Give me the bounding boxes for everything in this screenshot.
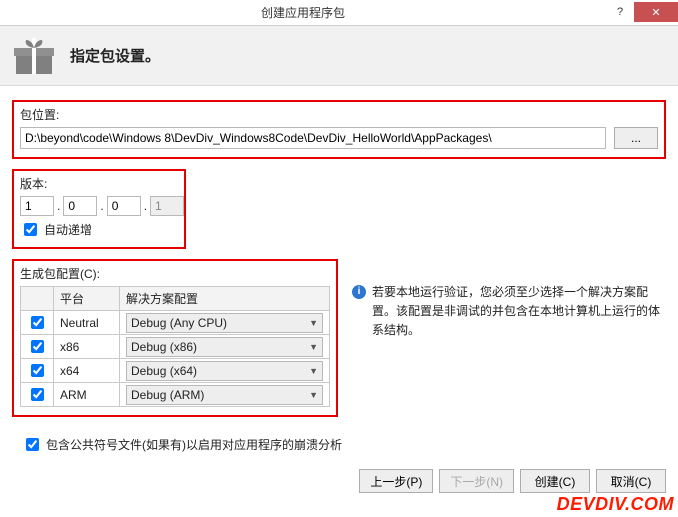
package-icon (12, 34, 56, 78)
symbols-label: 包含公共符号文件(如果有)以启用对应用程序的崩溃分析 (46, 436, 342, 453)
location-group: 包位置: ... (12, 100, 666, 159)
col-solution: 解决方案配置 (120, 287, 330, 311)
config-label: 生成包配置(C): (20, 265, 330, 282)
chevron-down-icon: ▼ (309, 366, 318, 376)
row-solution-select[interactable]: Debug (x86)▼ (126, 337, 323, 357)
symbols-row[interactable]: 包含公共符号文件(如果有)以启用对应用程序的崩溃分析 (22, 435, 666, 454)
row-checkbox[interactable] (31, 316, 44, 329)
version-row: . . . (20, 196, 178, 216)
location-label: 包位置: (20, 106, 658, 123)
chevron-down-icon: ▼ (309, 342, 318, 352)
title-bar: 创建应用程序包 ? ✕ (0, 0, 678, 26)
table-row: x64 Debug (x64)▼ (21, 359, 330, 383)
config-group: 生成包配置(C): 平台 解决方案配置 Neutral Debug (Any C… (12, 259, 338, 417)
close-button[interactable]: ✕ (634, 2, 678, 22)
row-solution-select[interactable]: Debug (x64)▼ (126, 361, 323, 381)
page-title: 指定包设置。 (70, 45, 160, 66)
chevron-down-icon: ▼ (309, 318, 318, 328)
row-solution-select[interactable]: Debug (Any CPU)▼ (126, 313, 323, 333)
config-table: 平台 解决方案配置 Neutral Debug (Any CPU)▼ x86 D… (20, 286, 330, 407)
table-row: x86 Debug (x86)▼ (21, 335, 330, 359)
help-button[interactable]: ? (606, 2, 634, 22)
window-title: 创建应用程序包 (0, 4, 606, 21)
watermark: DEVDIV.COM (557, 494, 674, 515)
info-icon: i (352, 285, 366, 299)
version-major[interactable] (20, 196, 54, 216)
config-note: i 若要本地运行验证，您必须至少选择一个解决方案配置。该配置是非调试的并包含在本… (352, 259, 666, 341)
symbols-checkbox[interactable] (26, 438, 39, 451)
create-button[interactable]: 创建(C) (520, 469, 590, 493)
prev-button[interactable]: 上一步(P) (359, 469, 433, 493)
chevron-down-icon: ▼ (309, 390, 318, 400)
content-area: 包位置: ... 版本: . . . 自动递增 生成包配置(C): (0, 86, 678, 454)
row-solution-select[interactable]: Debug (ARM)▼ (126, 385, 323, 405)
row-checkbox[interactable] (31, 364, 44, 377)
version-label: 版本: (20, 175, 178, 192)
row-platform: Neutral (54, 311, 120, 335)
row-platform: x64 (54, 359, 120, 383)
cancel-button[interactable]: 取消(C) (596, 469, 666, 493)
auto-increment-row[interactable]: 自动递增 (20, 220, 178, 239)
version-minor[interactable] (63, 196, 97, 216)
auto-increment-label: 自动递增 (44, 221, 92, 238)
version-build[interactable] (107, 196, 141, 216)
config-note-text: 若要本地运行验证，您必须至少选择一个解决方案配置。该配置是非调试的并包含在本地计… (372, 283, 666, 341)
header-band: 指定包设置。 (0, 26, 678, 86)
row-platform: x86 (54, 335, 120, 359)
auto-increment-checkbox[interactable] (24, 223, 37, 236)
row-checkbox[interactable] (31, 388, 44, 401)
col-platform: 平台 (54, 287, 120, 311)
row-checkbox[interactable] (31, 340, 44, 353)
version-group: 版本: . . . 自动递增 (12, 169, 186, 249)
window-buttons: ? ✕ (606, 0, 678, 25)
col-check (21, 287, 54, 311)
table-header-row: 平台 解决方案配置 (21, 287, 330, 311)
location-input[interactable] (20, 127, 606, 149)
table-row: ARM Debug (ARM)▼ (21, 383, 330, 407)
row-platform: ARM (54, 383, 120, 407)
version-revision (150, 196, 184, 216)
next-button: 下一步(N) (439, 469, 514, 493)
footer-buttons: 上一步(P) 下一步(N) 创建(C) 取消(C) (359, 469, 666, 493)
table-row: Neutral Debug (Any CPU)▼ (21, 311, 330, 335)
browse-button[interactable]: ... (614, 127, 658, 149)
config-wrap: 生成包配置(C): 平台 解决方案配置 Neutral Debug (Any C… (12, 259, 666, 427)
